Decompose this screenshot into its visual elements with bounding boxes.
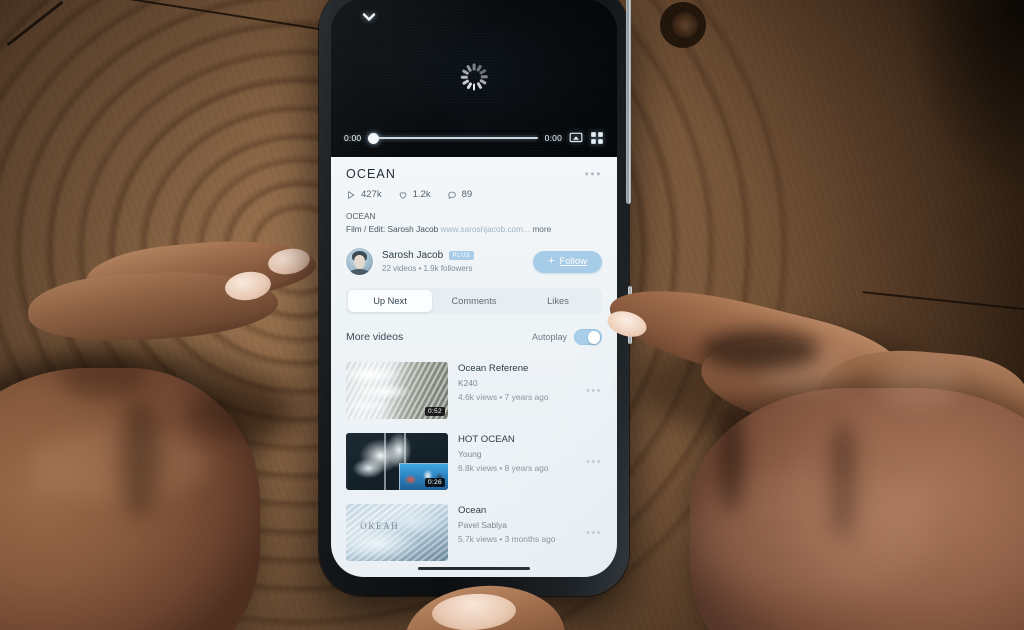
uploader-row: Sarosh Jacob PLUS 22 videos • 1.9k follo…	[346, 248, 602, 276]
list-item[interactable]: 0:52 Ocean Referene K240 4.6k views • 7 …	[346, 355, 602, 426]
description-more-button[interactable]: more	[532, 224, 551, 234]
list-item-author: Young	[458, 449, 482, 460]
description-credit: Film / Edit: Sarosh Jacob	[346, 223, 439, 234]
page-title: OCEAN	[346, 167, 396, 181]
description-link[interactable]: www.saroshjacob.com...	[441, 224, 530, 234]
video-info-sheet: OCEAN ••• 427k 1.2k 89 OCEAN Film / Edit…	[331, 157, 617, 577]
smartphone-device: 0:00 0:00 OCEAN ••• 427k 1.2k 89 OCEAN F…	[319, 0, 632, 596]
avatar[interactable]	[346, 248, 373, 276]
chevron-down-icon[interactable]	[359, 7, 379, 27]
cast-screen-icon[interactable]	[569, 131, 583, 145]
description-line-1: OCEAN	[346, 211, 376, 221]
plays-count: 427k	[361, 189, 382, 200]
thumbnail-text: ОКЕАН	[360, 521, 400, 532]
progress-knob[interactable]	[368, 132, 380, 144]
video-description: OCEAN Film / Edit: Sarosh Jacob www.saro…	[346, 210, 602, 235]
autoplay-label: Autoplay	[531, 332, 567, 343]
aerial-ocean-waves-thumbnail[interactable]: 0:52	[346, 362, 448, 420]
heart-icon	[399, 191, 406, 199]
list-item-title: HOT OCEAN	[458, 434, 515, 446]
content-tabs[interactable]: Up Next Comments Likes	[346, 288, 602, 315]
list-item-meta: HOT OCEAN Young 6.8k views • 8 years ago	[448, 433, 582, 473]
description-line-2: Film / Edit: Sarosh Jacob www.saroshjaco…	[346, 223, 602, 236]
list-item[interactable]: 0:26 HOT OCEAN Young 6.8k views • 8 year…	[346, 426, 602, 497]
video-duration: 0:52	[424, 406, 445, 417]
video-player[interactable]: 0:00 0:00	[331, 0, 617, 157]
autoplay-control[interactable]: Autoplay	[531, 329, 602, 346]
dark-ocean-splash-thumbnail[interactable]: 0:26	[346, 433, 448, 491]
list-item-stats: 4.6k views • 7 years ago	[458, 392, 549, 403]
toggle-knob	[587, 330, 601, 344]
stat-plays: 427k	[346, 189, 382, 200]
stat-comments: 89	[447, 189, 473, 200]
video-stats: 427k 1.2k 89	[346, 189, 602, 200]
more-options-icon[interactable]: •••	[582, 385, 602, 397]
more-options-icon[interactable]: •••	[582, 456, 602, 468]
video-duration: 0:26	[424, 477, 445, 488]
progress-scrubber[interactable]	[368, 131, 538, 145]
list-item-title: Ocean	[458, 505, 487, 517]
home-indicator-bar[interactable]	[418, 566, 530, 570]
comments-count: 89	[461, 189, 473, 200]
follow-button-label: Follow	[559, 256, 587, 268]
likes-count: 1.2k	[412, 189, 431, 200]
play-triangle-icon	[348, 190, 355, 199]
tab-comments[interactable]: Comments	[432, 290, 516, 312]
fish-shape	[362, 533, 423, 544]
duration-label: 0:00	[544, 133, 562, 143]
current-time-label: 0:00	[344, 133, 362, 143]
player-controls[interactable]: 0:00 0:00	[331, 128, 617, 148]
tab-up-next[interactable]: Up Next	[348, 290, 432, 313]
screenshot-scene: 0:00 0:00 OCEAN ••• 427k 1.2k 89 OCEAN F…	[0, 0, 1024, 630]
list-item[interactable]: ОКЕАН Ocean Pavel Sablya 5.7k views • 3 …	[346, 497, 602, 568]
list-item-stats: 5.7k views • 3 months ago	[458, 534, 556, 545]
more-videos-heading: More videos	[346, 331, 404, 344]
okean-snow-fish-thumbnail[interactable]: ОКЕАН	[346, 504, 448, 562]
stat-likes: 1.2k	[398, 189, 431, 200]
list-item-meta: Ocean Referene K240 4.6k views • 7 years…	[448, 362, 582, 402]
list-item-meta: Ocean Pavel Sablya 5.7k views • 3 months…	[448, 504, 582, 544]
list-item-author: K240	[458, 378, 478, 389]
more-options-icon[interactable]: •••	[581, 167, 602, 180]
status-badge: PLUS	[449, 251, 475, 261]
fullscreen-icon[interactable]	[590, 131, 604, 145]
list-item-author: Pavel Sablya	[458, 520, 507, 531]
plus-icon: +	[548, 255, 555, 268]
follow-button[interactable]: + Follow	[533, 250, 602, 273]
uploader-info: Sarosh Jacob PLUS 22 videos • 1.9k follo…	[382, 250, 533, 273]
autoplay-toggle[interactable]	[574, 329, 602, 346]
uploader-name[interactable]: Sarosh Jacob	[382, 250, 443, 261]
list-item-title: Ocean Referene	[458, 363, 529, 375]
loading-spinner-icon	[460, 63, 488, 91]
comment-bubble-icon	[447, 191, 456, 199]
uploader-meta: 22 videos • 1.9k followers	[382, 264, 473, 274]
list-item-stats: 6.8k views • 8 years ago	[458, 463, 549, 474]
more-videos-header: More videos Autoplay	[346, 329, 602, 346]
tab-likes[interactable]: Likes	[516, 290, 600, 312]
video-list: 0:52 Ocean Referene K240 4.6k views • 7 …	[346, 355, 602, 568]
more-options-icon[interactable]: •••	[582, 527, 602, 539]
phone-screen: 0:00 0:00 OCEAN ••• 427k 1.2k 89 OCEAN F…	[331, 0, 617, 577]
progress-track	[368, 137, 538, 139]
video-title-row: OCEAN •••	[346, 157, 602, 181]
